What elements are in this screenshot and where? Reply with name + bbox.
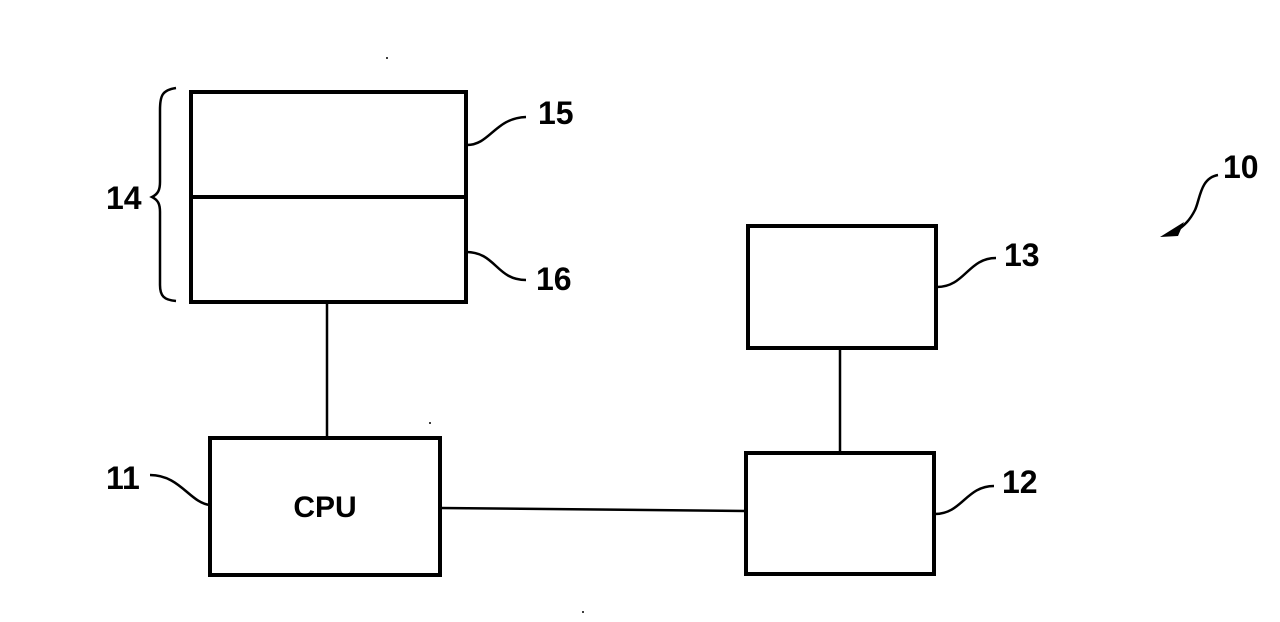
block-16 bbox=[189, 195, 468, 304]
leader-16 bbox=[465, 250, 527, 282]
block-12 bbox=[744, 451, 936, 576]
leader-10 bbox=[1174, 173, 1219, 234]
ref-label-10: 10 bbox=[1223, 149, 1259, 185]
block-15 bbox=[189, 90, 468, 199]
arrowhead-icon bbox=[1160, 222, 1184, 237]
ref-label-15: 15 bbox=[538, 95, 574, 131]
leader-15 bbox=[466, 115, 527, 147]
group-brace bbox=[149, 86, 177, 303]
ref-label-11: 11 bbox=[106, 460, 140, 496]
cpu-label: CPU bbox=[293, 491, 356, 524]
ref-label-14: 14 bbox=[106, 180, 142, 216]
ref-label-12: 12 bbox=[1002, 464, 1038, 500]
leader-12 bbox=[934, 484, 995, 516]
ref-label-13: 13 bbox=[1004, 237, 1040, 273]
block-13 bbox=[746, 224, 938, 350]
scan-speck bbox=[429, 422, 431, 424]
block-diagram: 14 15 16 CPU 11 13 12 10 bbox=[106, 57, 1259, 613]
memory-block-group bbox=[189, 90, 468, 304]
scan-speck bbox=[386, 57, 388, 59]
ref-label-16: 16 bbox=[536, 261, 572, 297]
leader-11 bbox=[149, 473, 211, 507]
scan-speck bbox=[582, 611, 584, 613]
connection-11-12 bbox=[439, 506, 747, 513]
leader-13 bbox=[936, 256, 997, 289]
